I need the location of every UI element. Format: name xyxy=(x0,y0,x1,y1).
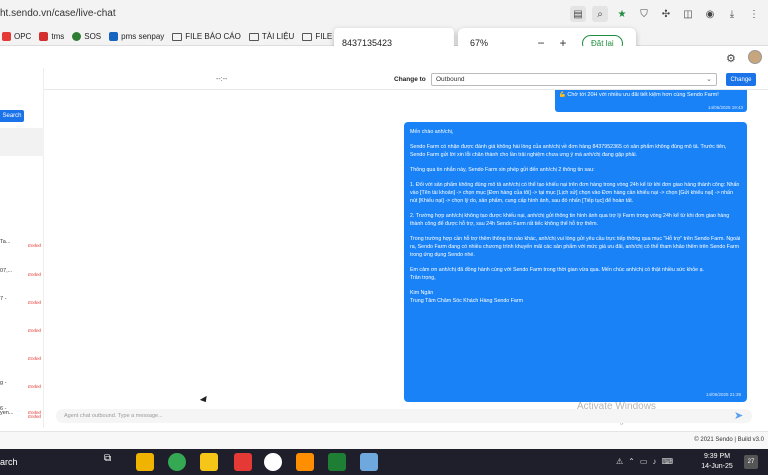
message-paragraph: Em cảm ơn anh/chị đã đồng hành cùng với … xyxy=(410,267,705,281)
chat-message: 💪 Chờ tới 20H với nhiều ưu đãi tiết kiệm… xyxy=(555,90,747,112)
opc-icon xyxy=(2,32,11,41)
mouse-cursor-icon xyxy=(199,395,210,405)
app-icon[interactable] xyxy=(360,453,378,471)
chat-timer: --:-- xyxy=(216,76,228,83)
change-to-select[interactable]: Outbound ⌄ xyxy=(431,73,717,86)
bookmark-tms[interactable]: tms xyxy=(39,32,64,41)
network-icon[interactable]: ▭ xyxy=(640,457,648,466)
bookmark-tai-lieu[interactable]: TÀI LIỆU xyxy=(248,32,294,41)
download-icon[interactable]: ⤓ xyxy=(724,6,740,22)
app-header xyxy=(0,46,768,68)
sticky-notes-icon[interactable] xyxy=(200,453,218,471)
folder-icon xyxy=(248,32,259,41)
list-item[interactable]: Ta... Ended xyxy=(0,239,44,251)
message-paragraph: 2. Trường hợp anh/chị không tạo được khi… xyxy=(410,213,730,227)
message-paragraph: Mến chào anh/chị, xyxy=(410,129,454,135)
status-badge: Ended xyxy=(27,384,41,389)
clock[interactable]: 9:39 PM 14-Jun-25 xyxy=(698,452,736,472)
status-badge: Ended xyxy=(27,328,41,333)
list-item[interactable]: 7 - Ended xyxy=(0,296,44,308)
warning-icon[interactable]: ⚠ xyxy=(616,457,623,466)
message-paragraph: 1. Đối với sản phẩm không đúng mô tả anh… xyxy=(410,182,740,204)
message-paragraph: Thông qua tin nhắn này, Sendo Farm xin p… xyxy=(410,167,595,173)
task-view-icon[interactable]: ⧉ xyxy=(104,453,122,471)
status-badge: Ended xyxy=(27,243,41,248)
gear-icon[interactable]: ⚙ xyxy=(726,52,736,65)
url-field[interactable]: ht.sendo.vn/case/live-chat xyxy=(0,8,116,19)
search-button[interactable]: Search xyxy=(0,110,24,122)
app-icon[interactable] xyxy=(264,453,282,471)
folder-icon xyxy=(172,32,183,41)
extensions-icon[interactable]: ✣ xyxy=(658,6,674,22)
excel-icon[interactable] xyxy=(328,453,346,471)
conversation-list: Search Ta... Ended 07,... Ended 7 - Ended E… xyxy=(0,68,44,428)
taskbar-search[interactable]: arch xyxy=(0,457,18,467)
sos-icon xyxy=(72,32,82,41)
chevron-down-icon: ⌄ xyxy=(706,76,712,83)
profile-icon[interactable]: ◉ xyxy=(702,6,718,22)
shield-icon[interactable]: ⛉ xyxy=(636,6,652,22)
change-to-label: Change to xyxy=(394,76,426,83)
system-tray: ⚠ ⌃ ▭ ♪ ⌨ xyxy=(616,457,673,466)
status-badge: Ended xyxy=(27,300,41,305)
chevron-up-icon[interactable]: ⌃ xyxy=(628,457,635,466)
status-badge: Ended xyxy=(27,414,41,419)
zoom-icon[interactable]: ⌕ xyxy=(592,6,608,22)
menu-icon[interactable]: ⋮ xyxy=(746,6,762,22)
reader-icon[interactable]: ▤ xyxy=(570,6,586,22)
app-icon[interactable] xyxy=(296,453,314,471)
list-item[interactable]: Ended xyxy=(0,324,44,336)
avatar[interactable] xyxy=(748,50,762,64)
message-paragraph: Trong trường hợp cần hỗ trợ thêm thông t… xyxy=(410,236,741,258)
toolbar-icons: ▤ ⌕ ★ ⛉ ✣ ◫ ◉ ⤓ ⋮ xyxy=(570,6,762,22)
file-explorer-icon[interactable] xyxy=(136,453,154,471)
app-icon[interactable] xyxy=(234,453,252,471)
message-paragraph: Kim Ngân Trung Tâm Chăm Sóc Khách Hàng S… xyxy=(410,290,524,304)
keyboard-icon[interactable]: ⌨ xyxy=(661,457,673,466)
split-view-icon[interactable]: ◫ xyxy=(680,6,696,22)
notification-badge[interactable]: 27 xyxy=(744,455,758,469)
status-badge: Ended xyxy=(27,356,41,361)
selected-conversation[interactable] xyxy=(0,128,44,156)
footer: © 2021 Sendo | Build v3.0 xyxy=(0,431,768,449)
chat-message: Mến chào anh/chị, Sendo Farm có nhận đượ… xyxy=(404,122,747,402)
list-item[interactable]: 07,... Ended xyxy=(0,268,44,280)
chat-input[interactable]: Agent chat outbound. Type a message... xyxy=(56,409,752,423)
message-time: 14/06/2025 21:39 xyxy=(705,392,741,397)
bookmark-sos[interactable]: SOS xyxy=(72,32,101,41)
footer-text: © 2021 Sendo | Build v3.0 xyxy=(694,437,764,443)
senpay-icon xyxy=(109,32,119,41)
send-icon[interactable]: ➤ xyxy=(734,409,743,422)
browser-toolbar: ht.sendo.vn/case/live-chat ▤ ⌕ ★ ⛉ ✣ ◫ ◉… xyxy=(0,0,768,28)
bookmark-star-icon[interactable]: ★ xyxy=(614,6,630,22)
list-item[interactable]: Ended xyxy=(0,352,44,364)
tms-icon xyxy=(39,32,49,41)
message-paragraph: Sendo Farm có nhận được đánh giá không h… xyxy=(410,144,727,158)
message-time: 14/06/2025 19:43 xyxy=(707,105,743,110)
taskbar: arch ⧉ ⚠ ⌃ ▭ ♪ ⌨ 9:39 PM 14-Jun-25 27 xyxy=(0,449,768,475)
change-button[interactable]: Change xyxy=(726,73,756,86)
status-badge: Ended xyxy=(27,272,41,277)
bookmark-file-bao-cao[interactable]: FILE BÁO CÁO xyxy=(172,32,241,41)
volume-icon[interactable]: ♪ xyxy=(652,457,656,466)
list-item[interactable]: yen... Ended xyxy=(0,410,44,422)
list-item[interactable]: g - Ended xyxy=(0,380,44,392)
bookmark-opc[interactable]: OPC xyxy=(2,32,31,41)
bookmark-pms-senpay[interactable]: pms senpay xyxy=(109,32,164,41)
chrome-icon[interactable] xyxy=(168,453,186,471)
folder-icon xyxy=(302,32,313,41)
